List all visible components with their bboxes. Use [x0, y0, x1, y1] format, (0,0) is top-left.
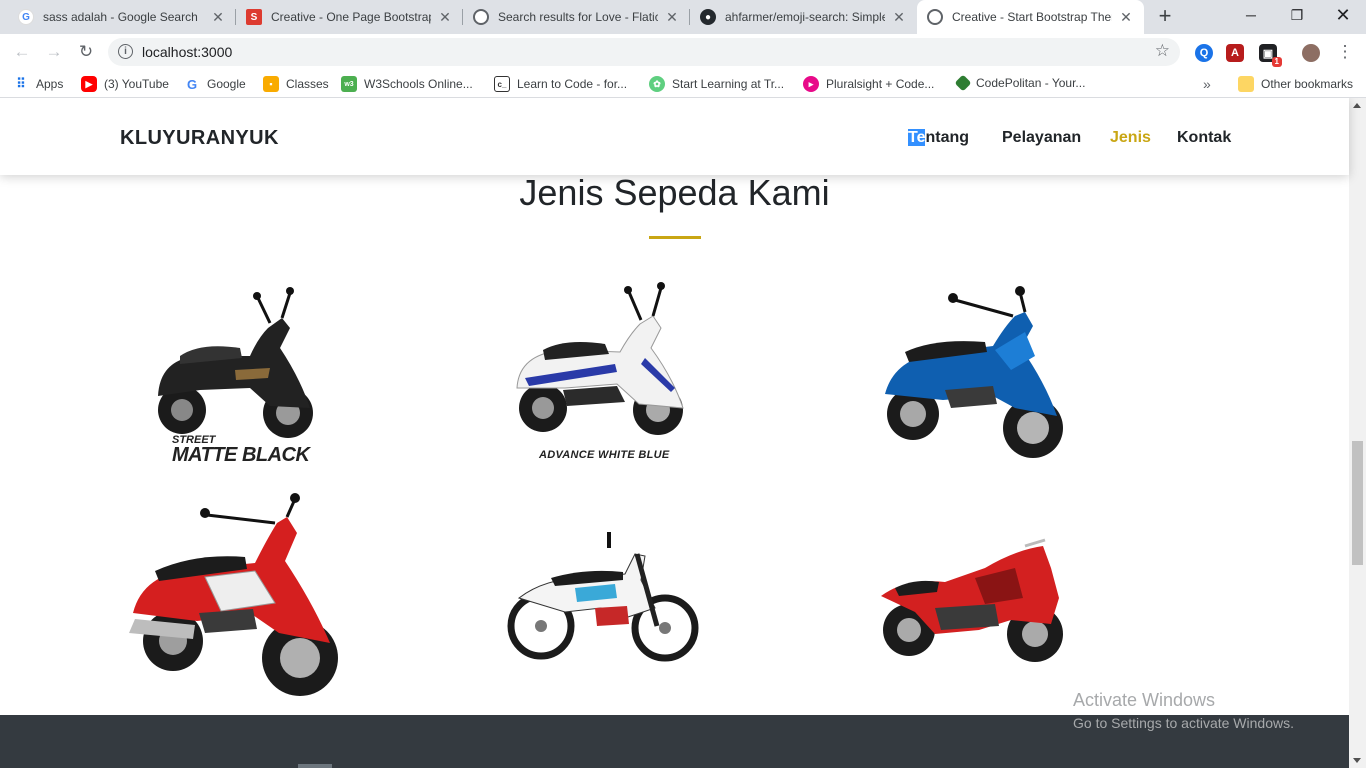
scrollbar-thumb[interactable]: [1352, 441, 1363, 565]
bookmark-label: W3Schools Online...: [364, 77, 473, 91]
nav-link-tentang[interactable]: Tentang: [908, 129, 969, 147]
badge-count: 1: [1271, 57, 1282, 67]
nav-link-kontak[interactable]: Kontak: [1177, 129, 1231, 147]
bike-advance-white-blue-image[interactable]: [505, 278, 700, 448]
codepolitan-icon: [954, 74, 972, 92]
browser-toolbar: ← → ↻ i localhost:3000 ☆ Q A ▣ 1 ⋮: [0, 34, 1366, 70]
avatar[interactable]: [1302, 44, 1320, 62]
tab-strip: G sass adalah - Google Search ✕ S Creati…: [0, 0, 1366, 34]
site-navbar: KLUYURANYUK Tentang Pelayanan Jenis Kont…: [0, 98, 1349, 175]
acrobat-icon[interactable]: A: [1226, 44, 1244, 62]
bike-red-underbone-image[interactable]: [125, 493, 345, 708]
pluralsight-icon: ▸: [803, 76, 819, 92]
bookmarks-bar: ⠿ Apps ▶ (3) YouTube G Google ▪ Classes …: [0, 70, 1366, 98]
scroll-down-arrow-icon[interactable]: [1353, 758, 1361, 763]
extension-badge-icon[interactable]: ▣ 1: [1259, 44, 1282, 67]
close-icon[interactable]: ✕: [437, 9, 453, 26]
bookmark-label: Learn to Code - for...: [517, 77, 628, 91]
section-title: Jenis Sepeda Kami: [519, 172, 830, 213]
nav-link-label: ntang: [925, 129, 970, 146]
selected-text: Te: [908, 129, 926, 146]
classroom-icon: ▪: [263, 76, 279, 92]
activate-windows-subtitle: Go to Settings to activate Windows.: [1073, 715, 1294, 731]
close-icon[interactable]: ✕: [664, 9, 680, 26]
apps-grid-icon: ⠿: [16, 76, 26, 91]
close-icon[interactable]: ✕: [891, 9, 907, 26]
globe-icon: [927, 9, 943, 25]
bookmark-apps[interactable]: ⠿ Apps: [13, 76, 63, 92]
back-button[interactable]: ←: [10, 40, 34, 64]
more-bookmarks-chevron-icon[interactable]: »: [1203, 76, 1211, 92]
bike-trail-image[interactable]: [505, 528, 700, 668]
startbootstrap-icon: S: [246, 9, 262, 25]
close-icon[interactable]: ✕: [210, 9, 226, 26]
bookmark-label: CodePolitan - Your...: [976, 76, 1086, 90]
folder-icon: [1238, 76, 1254, 92]
bookmark-label: Pluralsight + Code...: [826, 77, 935, 91]
page-viewport: KLUYURANYUK Tentang Pelayanan Jenis Kont…: [0, 98, 1366, 768]
bookmark-label: Google: [207, 77, 246, 91]
bookmark-label: Classes: [286, 77, 329, 91]
bookmark-label: Other bookmarks: [1261, 77, 1354, 91]
caption-matte-black: MATTE BLACK: [172, 444, 310, 466]
site-brand[interactable]: KLUYURANYUK: [120, 127, 279, 150]
tab-title: sass adalah - Google Search: [43, 10, 198, 24]
reload-button[interactable]: ↻: [74, 40, 98, 64]
minimize-button[interactable]: ─: [1228, 0, 1274, 30]
bookmark-label: (3) YouTube: [104, 77, 169, 91]
bookmark-label: Start Learning at Tr...: [672, 77, 785, 91]
tab-title: Creative - Start Bootstrap Then: [952, 10, 1112, 24]
new-tab-button[interactable]: +: [1152, 5, 1178, 29]
youtube-icon: ▶: [81, 76, 97, 92]
extension-search-icon[interactable]: Q: [1195, 44, 1213, 62]
bookmark-treehouse[interactable]: ✿ Start Learning at Tr...: [649, 76, 784, 92]
bookmark-codepolitan[interactable]: CodePolitan - Your...: [954, 74, 1086, 92]
bookmark-youtube[interactable]: ▶ (3) YouTube: [81, 76, 169, 92]
page-scrollbar[interactable]: [1349, 98, 1366, 768]
github-icon: ●: [700, 9, 716, 25]
freecodecamp-icon: c_: [494, 76, 510, 92]
caption-advance-white-blue: ADVANCE WHITE BLUE: [539, 449, 670, 461]
google-icon: G: [18, 9, 34, 25]
tab-creative-bootstrap[interactable]: S Creative - One Page Bootstrap ✕: [236, 0, 463, 34]
bookmark-google[interactable]: G Google: [184, 76, 246, 92]
menu-icon[interactable]: ⋮: [1333, 40, 1357, 64]
bike-blue-underbone-image[interactable]: [875, 286, 1070, 466]
tab-creative-start-bootstrap[interactable]: Creative - Start Bootstrap Then ✕: [917, 0, 1144, 34]
other-bookmarks[interactable]: Other bookmarks: [1238, 76, 1353, 92]
bookmark-label: Apps: [36, 77, 64, 91]
tab-github[interactable]: ● ahfarmer/emoji-search: Simple ✕: [690, 0, 917, 34]
bookmark-w3schools[interactable]: w3 W3Schools Online...: [341, 76, 473, 92]
footer-marker: [298, 764, 332, 768]
info-icon[interactable]: i: [118, 44, 133, 59]
title-divider: [649, 236, 701, 239]
close-icon[interactable]: ✕: [1118, 9, 1134, 26]
nav-link-jenis[interactable]: Jenis: [1110, 129, 1151, 147]
bookmark-classes[interactable]: ▪ Classes: [263, 76, 329, 92]
tab-title: ahfarmer/emoji-search: Simple: [725, 10, 885, 24]
w3schools-icon: w3: [341, 76, 357, 92]
bookmark-pluralsight[interactable]: ▸ Pluralsight + Code...: [803, 76, 934, 92]
bookmark-freecodecamp[interactable]: c_ Learn to Code - for...: [494, 76, 627, 92]
tab-title: Search results for Love - Flatico: [498, 10, 658, 24]
star-icon[interactable]: ☆: [1155, 41, 1170, 61]
address-bar[interactable]: i localhost:3000 ☆: [108, 38, 1180, 66]
close-window-button[interactable]: ✕: [1320, 0, 1366, 30]
restore-button[interactable]: ❐: [1274, 0, 1320, 30]
scroll-up-arrow-icon[interactable]: [1353, 103, 1361, 108]
treehouse-icon: ✿: [649, 76, 665, 92]
url-text: localhost:3000: [142, 44, 233, 60]
bike-red-sport-image[interactable]: [875, 538, 1070, 668]
nav-link-pelayanan[interactable]: Pelayanan: [1002, 129, 1081, 147]
activate-windows-title: Activate Windows: [1073, 690, 1216, 710]
tab-title: Creative - One Page Bootstrap: [271, 10, 431, 24]
globe-icon: [473, 9, 489, 25]
tab-google-search[interactable]: G sass adalah - Google Search ✕: [8, 0, 236, 34]
forward-button[interactable]: →: [42, 40, 66, 64]
tab-flaticon[interactable]: Search results for Love - Flatico ✕: [463, 0, 690, 34]
google-icon: G: [186, 76, 198, 92]
